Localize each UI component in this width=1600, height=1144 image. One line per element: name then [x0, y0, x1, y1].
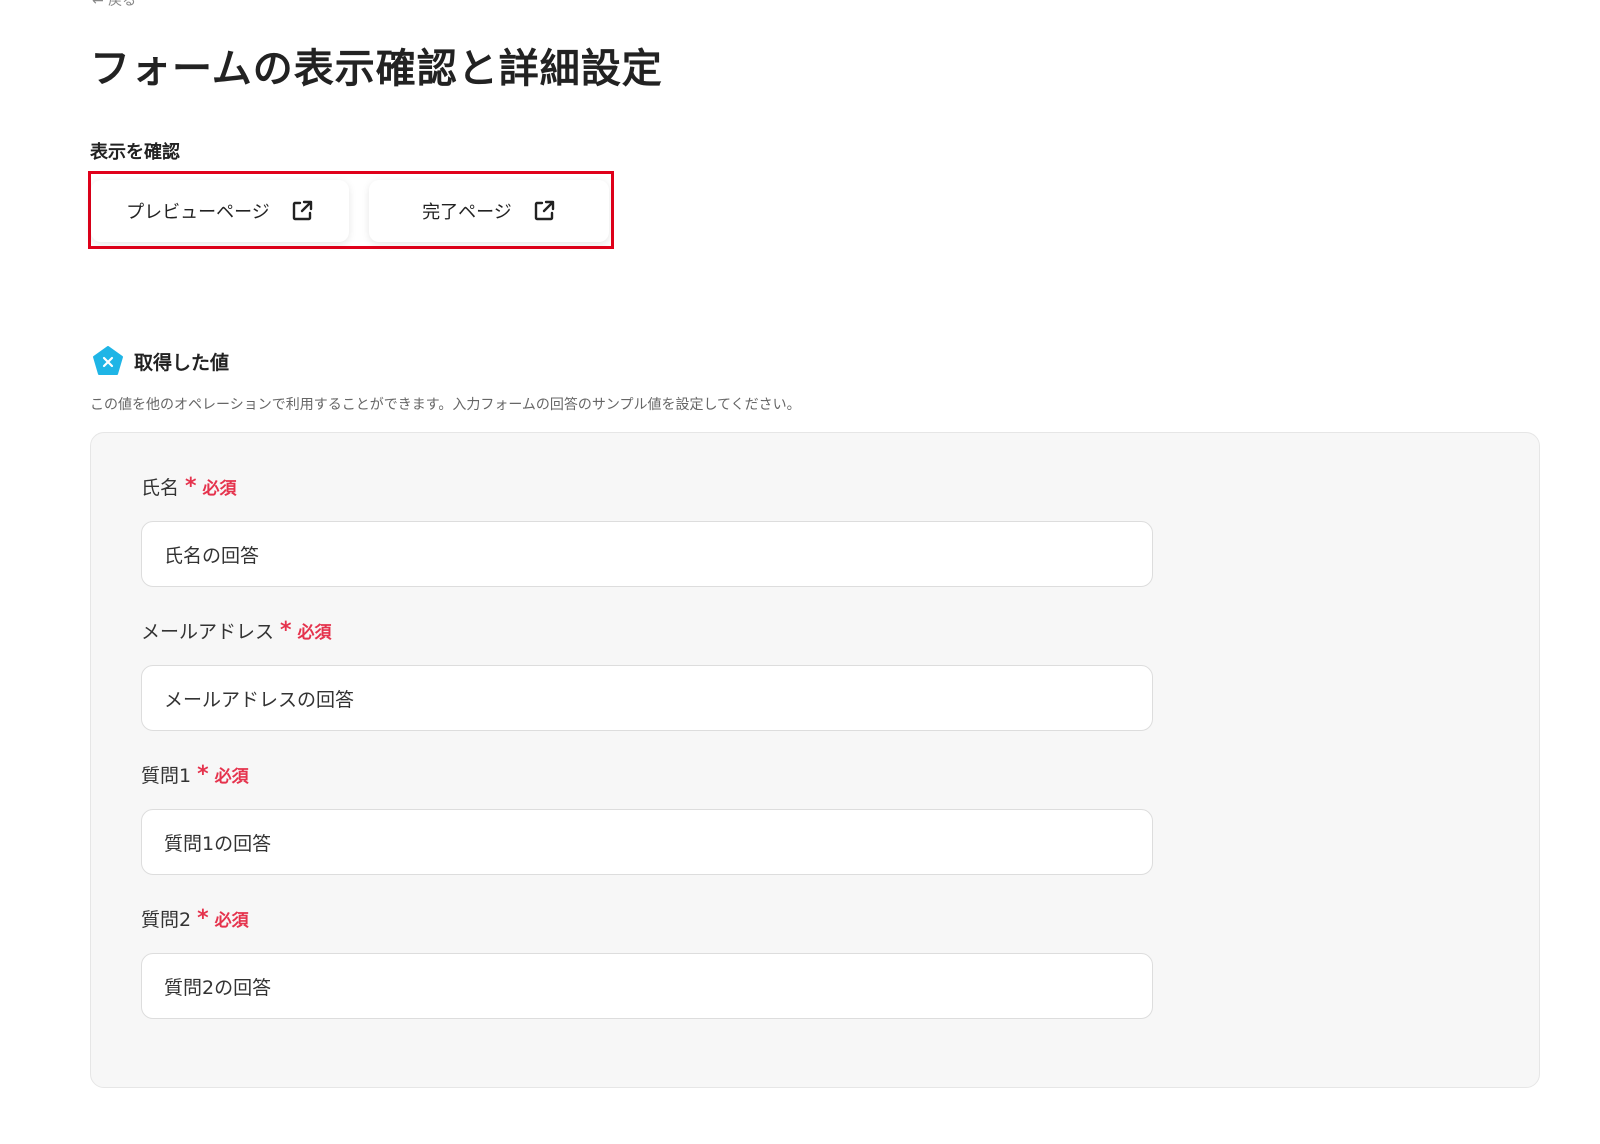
fields-panel: 氏名 * 必須 氏名の回答 メールアドレス * 必須 メールアドレスの回答 質問… [90, 432, 1540, 1088]
field-label: メールアドレス * 必須 [141, 615, 1153, 645]
field-question-1: 質問1 * 必須 質問1の回答 [141, 759, 1153, 875]
external-link-icon [534, 200, 555, 221]
field-label-text: 質問2 [141, 908, 192, 931]
required-badge: 必須 [214, 910, 249, 931]
complete-page-button[interactable]: 完了ページ [369, 180, 609, 242]
back-link[interactable]: ← 戻る [92, 0, 136, 10]
field-label: 質問2 * 必須 [141, 903, 1153, 933]
page: ← 戻る フォームの表示確認と詳細設定 表示を確認 プレビューページ 完了ページ… [0, 0, 1600, 1144]
required-star: * [280, 617, 292, 643]
field-label: 質問1 * 必須 [141, 759, 1153, 789]
email-input[interactable]: メールアドレスの回答 [141, 665, 1153, 731]
required-star: * [197, 905, 209, 931]
values-title: 取得した値 [134, 351, 230, 374]
required-badge: 必須 [202, 478, 237, 499]
field-email: メールアドレス * 必須 メールアドレスの回答 [141, 615, 1153, 731]
page-title: フォームの表示確認と詳細設定 [90, 46, 663, 92]
values-description: この値を他のオペレーションで利用することができます。入力フォームの回答のサンプル… [90, 397, 801, 413]
preview-section-label: 表示を確認 [90, 142, 180, 163]
question-2-input[interactable]: 質問2の回答 [141, 953, 1153, 1019]
required-star: * [185, 473, 197, 499]
pentagon-x-icon [93, 346, 123, 375]
name-input[interactable]: 氏名の回答 [141, 521, 1153, 587]
field-name: 氏名 * 必須 氏名の回答 [141, 471, 1153, 587]
required-star: * [197, 761, 209, 787]
field-label-text: メールアドレス [141, 620, 275, 643]
external-link-icon [292, 200, 313, 221]
field-label: 氏名 * 必須 [141, 471, 1153, 501]
preview-page-button[interactable]: プレビューページ [91, 180, 349, 242]
complete-page-label: 完了ページ [422, 202, 512, 223]
values-header: 取得した値 [92, 345, 229, 377]
preview-page-label: プレビューページ [126, 202, 270, 223]
required-badge: 必須 [214, 766, 249, 787]
field-label-text: 質問1 [141, 764, 192, 787]
preview-buttons-highlight: プレビューページ 完了ページ [88, 171, 614, 249]
field-question-2: 質問2 * 必須 質問2の回答 [141, 903, 1153, 1019]
required-badge: 必須 [297, 622, 332, 643]
field-label-text: 氏名 [141, 476, 180, 499]
question-1-input[interactable]: 質問1の回答 [141, 809, 1153, 875]
